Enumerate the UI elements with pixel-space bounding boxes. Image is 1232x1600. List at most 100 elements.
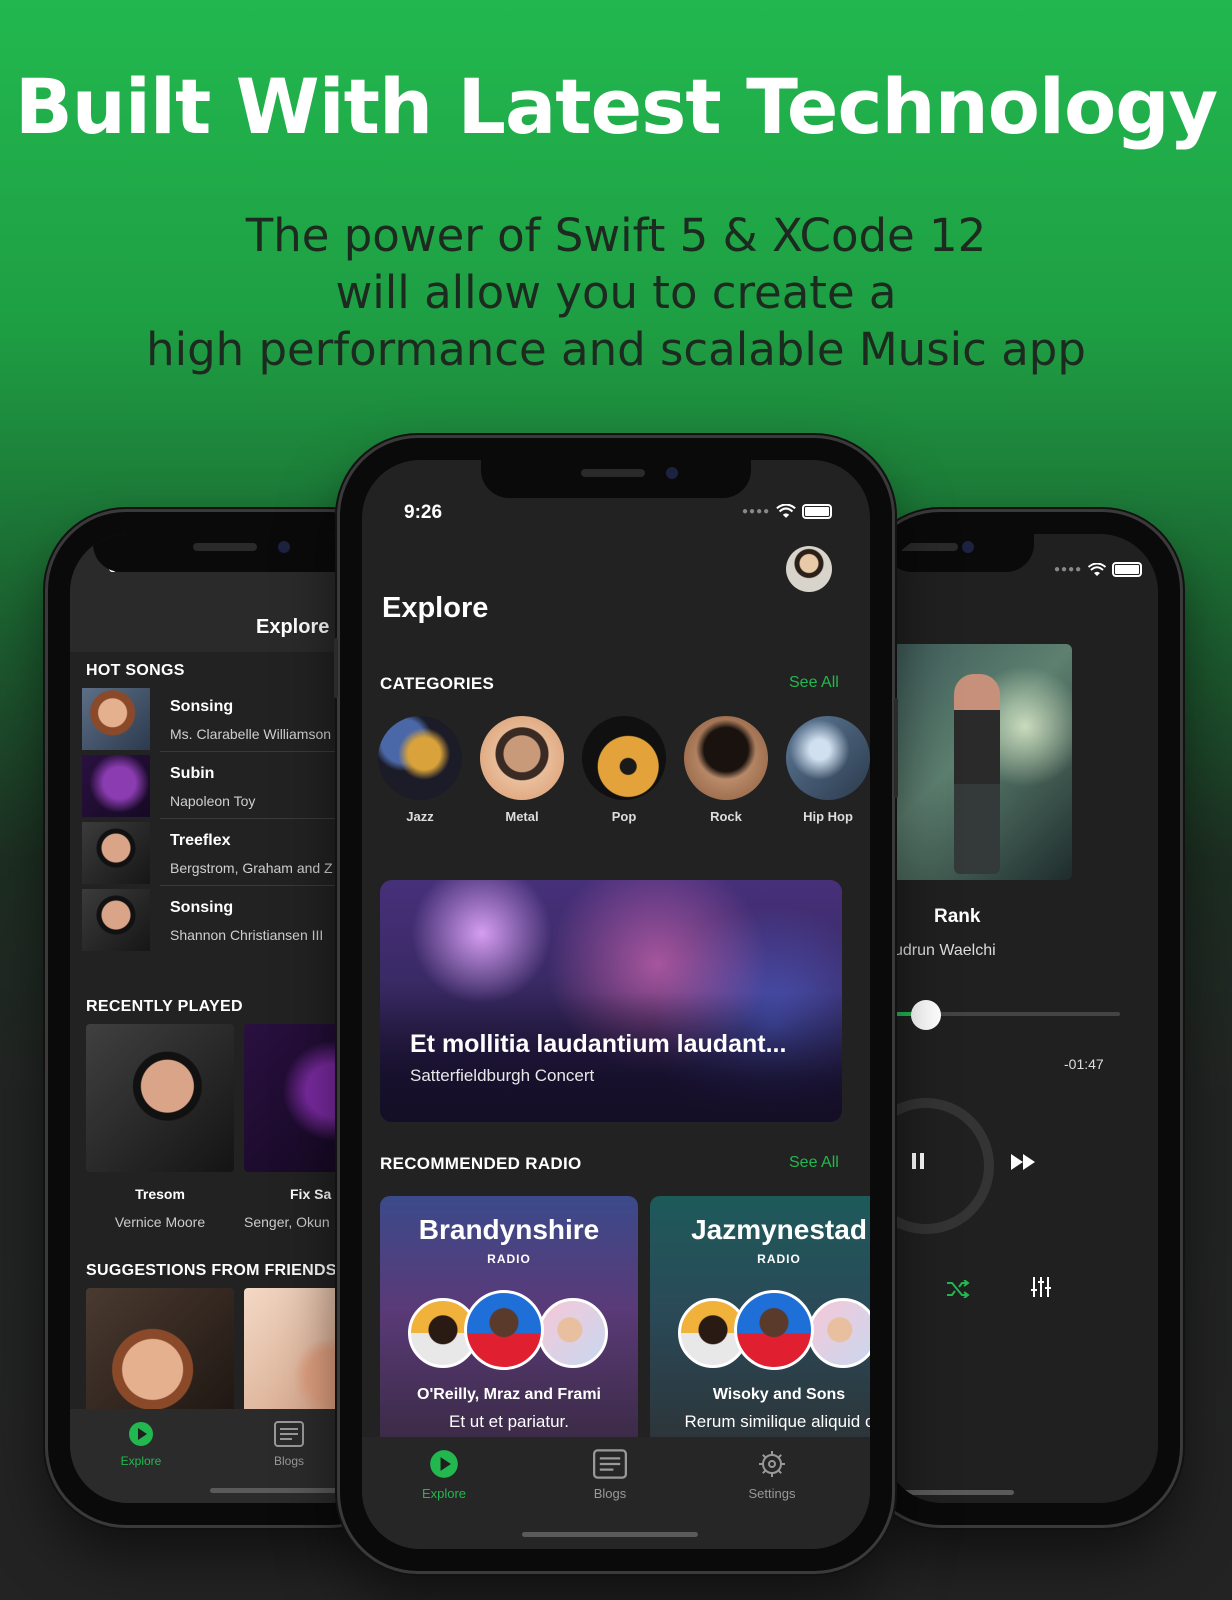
artist-avatar [808, 1298, 870, 1368]
category-jazz[interactable]: Jazz [378, 716, 462, 824]
center-phone: 9:26 ●●●● Explore CATEGORIES See All Jaz… [334, 438, 898, 1571]
category-image [378, 716, 462, 800]
status-icons: ●●●● [1054, 562, 1143, 577]
recent-artist: Vernice Moore [114, 1214, 206, 1230]
song-thumbnail [82, 822, 150, 884]
now-playing-artist: udrun Waelchi [894, 942, 996, 959]
category-label: Metal [505, 809, 539, 824]
song-thumbnail [82, 889, 150, 951]
equalizer-button[interactable] [1030, 1276, 1052, 1304]
artist-avatar [734, 1290, 814, 1370]
recommended-radio-title: RECOMMENDED RADIO [380, 1154, 582, 1173]
tab-label: Settings [748, 1486, 796, 1501]
song-artist: Bergstrom, Graham and Z [170, 860, 333, 876]
side-button [334, 638, 338, 698]
song-row[interactable]: Sonsing Shannon Christiansen III [82, 887, 372, 953]
song-thumbnail [82, 688, 150, 750]
notch [481, 460, 751, 498]
recent-artist: Senger, Okun [244, 1214, 330, 1230]
category-hip-hop[interactable]: Hip Hop [786, 716, 870, 824]
wifi-icon [776, 504, 796, 518]
category-label: Pop [611, 809, 637, 824]
tab-label: Explore [421, 1486, 467, 1501]
banner-title: Et mollitia laudantium laudant... [410, 1030, 787, 1058]
category-rock[interactable]: Rock [684, 716, 768, 824]
song-row[interactable]: Subin Napoleon Toy [82, 753, 372, 819]
battery-icon [802, 504, 833, 519]
nav-title: Explore [256, 616, 330, 638]
recently-played-title: RECENTLY PLAYED [86, 998, 243, 1015]
tab-bar: Explore Blogs [70, 1409, 386, 1503]
song-row[interactable]: Sonsing Ms. Clarabelle Williamson [82, 686, 372, 752]
status-time: 9:26 [404, 502, 443, 523]
avatar[interactable] [786, 546, 832, 592]
play-circle-icon [430, 1450, 458, 1478]
pause-icon [912, 1153, 924, 1169]
notch [93, 534, 363, 572]
side-button [894, 698, 898, 798]
category-image [786, 716, 870, 800]
equalizer-icon [1031, 1277, 1051, 1297]
promo-subtitle-line: high performance and scalable Music app [146, 323, 1086, 376]
category-pop[interactable]: Pop [582, 716, 666, 824]
left-phone-screen: 9:27 Explore HOT SONGS Sonsing Ms. Clara… [70, 534, 386, 1503]
gear-icon [759, 1451, 785, 1477]
page-title: Explore [382, 592, 489, 624]
promo-subtitle-line: will allow you to create a [335, 266, 897, 319]
song-artist: Napoleon Toy [170, 793, 256, 809]
radio-artists: Wisoky and Sons [712, 1386, 846, 1403]
tab-explore[interactable]: Explore [116, 1421, 166, 1468]
radio-label: RADIO [757, 1252, 801, 1266]
play-circle-icon [129, 1422, 153, 1446]
tab-label: Explore [120, 1454, 162, 1468]
category-metal[interactable]: Metal [480, 716, 564, 824]
home-indicator [210, 1488, 350, 1493]
right-phone-screen: ●●●● Rank udrun Waelchi -01:47 [884, 534, 1158, 1503]
tab-settings[interactable]: Settings [742, 1449, 802, 1501]
next-button[interactable] [1010, 1151, 1038, 1177]
tab-label: Blogs [593, 1486, 627, 1501]
song-title: Treeflex [170, 832, 231, 849]
suggestions-title: SUGGESTIONS FROM FRIENDS [86, 1262, 337, 1279]
home-indicator [884, 1490, 1014, 1495]
radio-artists: O'Reilly, Mraz and Frami [417, 1386, 601, 1403]
tab-blogs[interactable]: Blogs [264, 1421, 314, 1468]
recent-title: Tresom [135, 1186, 185, 1202]
category-label: Jazz [406, 809, 434, 824]
play-pause-ring [884, 1098, 994, 1234]
radio-card[interactable]: Jazmynestad RADIO Wisoky and Sons Rerum … [650, 1196, 870, 1446]
tab-blogs[interactable]: Blogs [584, 1449, 636, 1501]
signal-icon: ●●●● [742, 506, 771, 517]
song-title: Sonsing [170, 698, 234, 715]
blog-list-icon [274, 1421, 304, 1447]
tab-explore[interactable]: Explore [418, 1449, 470, 1501]
recent-title: Fix Sa [290, 1186, 332, 1202]
radio-description: Rerum similique aliquid c [684, 1412, 870, 1431]
status-icons: ●●●● [742, 504, 833, 519]
radio-artists-avatars [408, 1290, 618, 1370]
song-artist: Ms. Clarabelle Williamson [170, 726, 332, 742]
song-row[interactable]: Treeflex Bergstrom, Graham and Z [82, 820, 372, 886]
song-title: Subin [170, 765, 215, 782]
right-phone: ●●●● Rank udrun Waelchi -01:47 [862, 512, 1180, 1525]
shuffle-button[interactable] [946, 1278, 970, 1304]
album-cover [884, 644, 1072, 880]
song-thumbnail [82, 755, 150, 817]
artist-avatar [464, 1290, 544, 1370]
category-image [684, 716, 768, 800]
category-label: Rock [710, 809, 742, 824]
notch [884, 534, 1034, 572]
progress-knob[interactable] [911, 1000, 942, 1030]
recently-played-card[interactable] [86, 1024, 234, 1172]
battery-icon [1112, 562, 1143, 577]
categories-see-all-link[interactable]: See All [789, 674, 839, 692]
radio-artists-avatars [678, 1290, 870, 1370]
hot-songs-title: HOT SONGS [86, 662, 185, 679]
featured-banner[interactable]: Et mollitia laudantium laudant... Satter… [380, 880, 842, 1122]
radio-see-all-link[interactable]: See All [789, 1154, 839, 1172]
pause-button[interactable] [910, 1150, 926, 1176]
song-artist: Shannon Christiansen III [170, 927, 324, 943]
promo-subtitle-line: The power of Swift 5 & XCode 12 [245, 209, 987, 262]
tab-label: Blogs [273, 1454, 305, 1468]
radio-card[interactable]: Brandynshire RADIO O'Reilly, Mraz and Fr… [380, 1196, 638, 1446]
